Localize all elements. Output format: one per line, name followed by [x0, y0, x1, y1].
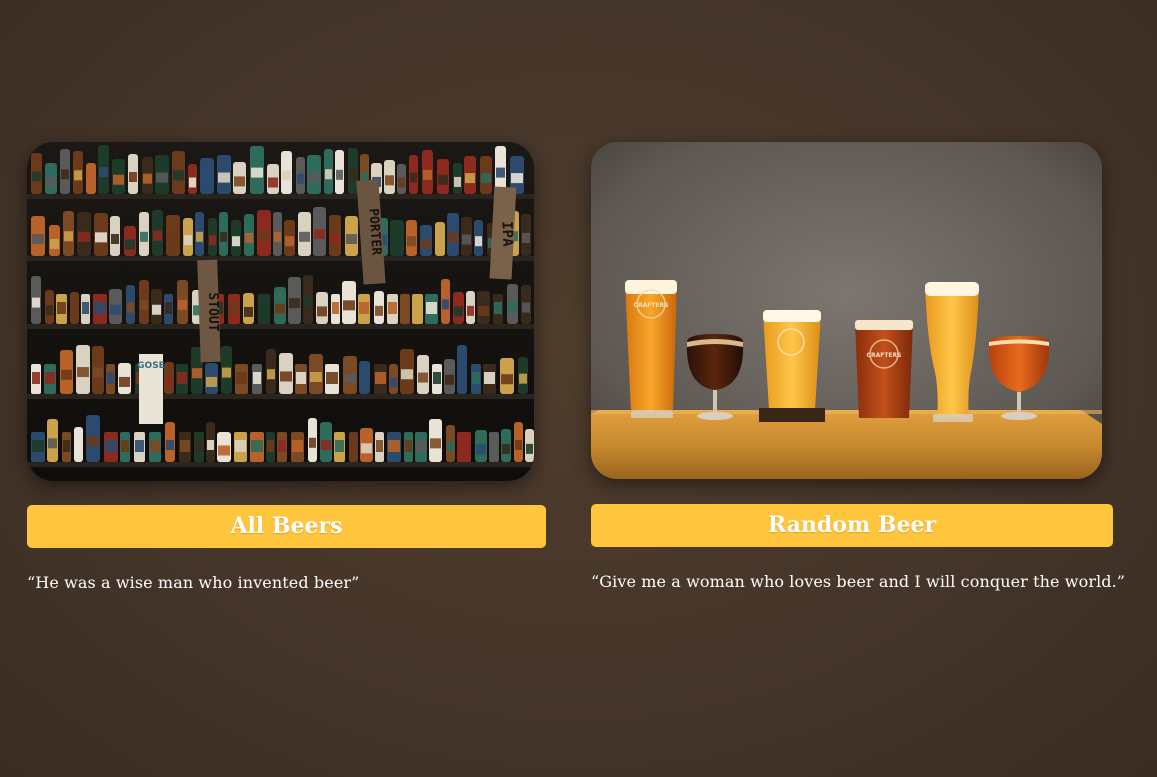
- beer-glass-pilsner: CRAFTERS: [625, 280, 677, 418]
- random-beer-button[interactable]: Random Beer: [591, 504, 1113, 547]
- svg-text:CRAFTERS: CRAFTERS: [634, 302, 669, 309]
- beer-glasses-image[interactable]: CRAFTERS CRAFTERS: [591, 142, 1102, 479]
- beer-shelves-illustration: PORTER IPA STOUT GOSE: [27, 142, 534, 481]
- svg-text:GOSE: GOSE: [137, 361, 165, 371]
- all-beers-card: PORTER IPA STOUT GOSE All Beers “He was …: [27, 142, 546, 592]
- beer-glass-amber: CRAFTERS: [855, 320, 913, 418]
- svg-text:CRAFTERS: CRAFTERS: [867, 352, 902, 359]
- beer-shelves-image[interactable]: PORTER IPA STOUT GOSE: [27, 142, 534, 481]
- shelf-sign-gose: GOSE: [137, 354, 165, 424]
- beer-quote: “Give me a woman who loves beer and I wi…: [591, 572, 1126, 591]
- random-beer-card: CRAFTERS CRAFTERS Random Beer “Give me a…: [591, 142, 1126, 591]
- shelf-sign-stout: STOUT: [197, 259, 221, 363]
- beer-glasses-illustration: CRAFTERS CRAFTERS: [591, 142, 1102, 479]
- svg-text:STOUT: STOUT: [205, 292, 220, 331]
- beer-glass-shaker-pale: [759, 310, 825, 422]
- svg-text:IPA: IPA: [499, 221, 516, 247]
- beer-quote: “He was a wise man who invented beer”: [27, 573, 360, 592]
- all-beers-button[interactable]: All Beers: [27, 505, 546, 548]
